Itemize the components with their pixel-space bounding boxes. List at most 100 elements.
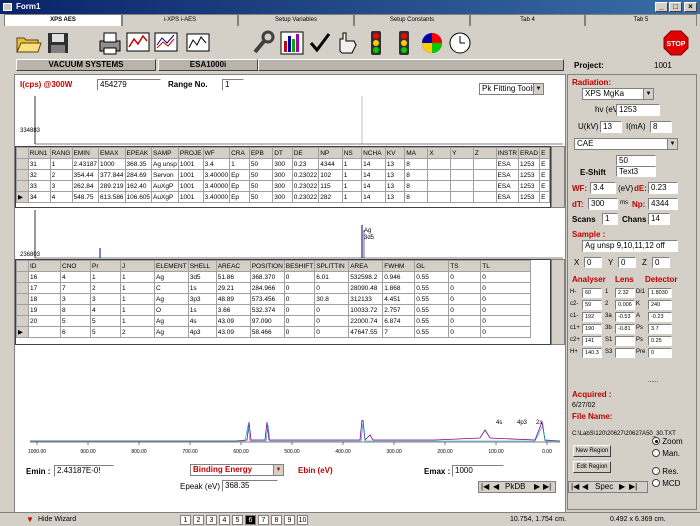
tab-setup-variables[interactable]: Setup Variables	[238, 14, 354, 26]
table-cell[interactable]: 29.21	[215, 282, 251, 294]
table-cell[interactable]: 16	[28, 271, 61, 283]
table-cell[interactable]: 0.55	[414, 293, 450, 305]
clock-icon[interactable]	[446, 29, 474, 57]
table-cell[interactable]	[427, 191, 452, 203]
last-record-icon[interactable]: ▶|	[543, 482, 551, 491]
table-cell[interactable]: 5	[60, 315, 91, 327]
table-cell[interactable]: 1001	[177, 180, 204, 192]
table-cell[interactable]: 8	[404, 158, 429, 170]
param-field[interactable]	[615, 336, 635, 346]
table-cell[interactable]: 0.55	[414, 271, 450, 283]
table-cell[interactable]: 58.466	[249, 326, 285, 338]
wrench-icon[interactable]	[250, 29, 278, 57]
edit-region-button[interactable]: Edit Region	[573, 461, 611, 473]
table-cell[interactable]: AuXgP	[151, 191, 179, 203]
table-cell[interactable]: 50	[248, 158, 274, 170]
eshift-field[interactable]: 50	[616, 155, 656, 166]
table-cell[interactable]: 0.23	[291, 158, 320, 170]
page-tab-8[interactable]: 8	[271, 515, 282, 525]
row-selector[interactable]	[16, 169, 29, 181]
table-cell[interactable]: 1	[120, 282, 155, 294]
column-header[interactable]: EPB	[248, 147, 274, 159]
column-header[interactable]: DE	[291, 147, 320, 159]
row-selector[interactable]	[16, 315, 29, 327]
table-cell[interactable]: 6.01	[314, 271, 350, 283]
table-row[interactable]: 33 3 262.84 289.219 162.40 AuXgP 1001 3.40000 Ep…	[16, 180, 550, 192]
printer-icon[interactable]	[96, 29, 124, 57]
emin-field[interactable]: 2.43187E-0!	[54, 465, 114, 477]
column-header[interactable]: MA	[404, 147, 429, 159]
table-cell[interactable]: 0.946	[382, 271, 416, 283]
traffic-light-icon[interactable]	[362, 29, 390, 57]
column-header[interactable]: TS	[448, 260, 482, 272]
np-field[interactable]: 4344	[648, 198, 678, 210]
column-header[interactable]: SPLITTIN	[314, 260, 350, 272]
radiation-dropdown[interactable]: XPS MgKa ▼	[582, 88, 654, 100]
table-cell[interactable]: 8	[404, 169, 429, 181]
param-field[interactable]: 0.25	[648, 336, 672, 346]
param-field[interactable]: -0.53	[615, 312, 635, 322]
page-tab-4[interactable]: 4	[219, 515, 230, 525]
table-cell[interactable]: Ag unsp	[151, 158, 179, 170]
table-cell[interactable]: 1	[120, 315, 155, 327]
plot-print-icon[interactable]	[124, 29, 152, 57]
table-row[interactable]: 18 3 3 1 Ag 3p3 48.89 573.456 0 30.8 312133 4.451 0.…	[16, 293, 532, 305]
row-selector[interactable]	[16, 293, 29, 305]
graph-tool-icon[interactable]	[184, 29, 212, 57]
table-cell[interactable]	[450, 191, 474, 203]
table-cell[interactable]: 1253	[518, 169, 541, 181]
sample-field[interactable]: Ag unsp 9,10,11,12 off	[582, 240, 678, 252]
table-cell[interactable]: Ep	[229, 180, 250, 192]
column-header[interactable]: ID	[28, 260, 61, 272]
y-field[interactable]: 0	[618, 257, 636, 268]
table-cell[interactable]: 10033.72	[348, 304, 384, 316]
hand-pointer-icon[interactable]	[334, 29, 362, 57]
table-cell[interactable]: 1	[120, 304, 155, 316]
minimize-button[interactable]: _	[655, 2, 668, 12]
analyser-dropdown[interactable]: CAE ▼	[574, 138, 678, 150]
table-cell[interactable]: 4.451	[382, 293, 416, 305]
column-header[interactable]: ERAD	[518, 147, 541, 159]
close-button[interactable]: ×	[684, 2, 697, 12]
scans-field[interactable]: 1	[602, 213, 618, 225]
table-cell[interactable]: 0	[480, 326, 532, 338]
first-spec-icon[interactable]: |◀	[571, 482, 579, 491]
table-cell[interactable]: 7	[382, 326, 416, 338]
table-cell[interactable]: 0	[314, 326, 350, 338]
table-cell[interactable]: 13	[384, 180, 406, 192]
table-cell[interactable]: 0	[448, 293, 482, 305]
open-folder-icon[interactable]	[14, 29, 42, 57]
table-cell[interactable]: 1001	[177, 169, 204, 181]
next-spec-icon[interactable]: ▶	[619, 482, 625, 491]
table-cell[interactable]: 2.757	[382, 304, 416, 316]
table-cell[interactable]: 262.84	[71, 180, 100, 192]
table-cell[interactable]: 548.75	[71, 191, 100, 203]
page-tab-9[interactable]: 9	[284, 515, 295, 525]
page-tab-10[interactable]: 10	[297, 515, 308, 525]
emax-field[interactable]: 1000	[452, 465, 504, 477]
column-header[interactable]: EPEAK	[124, 147, 153, 159]
row-selector[interactable]	[16, 180, 29, 192]
table-cell[interactable]: E	[539, 169, 550, 181]
table-cell[interactable]: 8	[60, 304, 91, 316]
column-header[interactable]: E	[539, 147, 550, 159]
de-field[interactable]: 0.23	[648, 182, 678, 194]
fit-tools-dropdown[interactable]: Pk Fitting Tools ▼	[479, 83, 544, 95]
table-cell[interactable]: 7	[60, 282, 91, 294]
bar-chart-icon[interactable]	[278, 29, 306, 57]
table-cell[interactable]: 0	[283, 271, 316, 283]
pkdb-navigator[interactable]: |◀ ◀ PkDB ▶ ▶|	[478, 481, 556, 493]
table-cell[interactable]: 0.23022	[291, 180, 320, 192]
row-selector[interactable]	[16, 271, 29, 283]
table-cell[interactable]: 1	[341, 180, 363, 192]
column-header[interactable]: EMIN	[71, 147, 100, 159]
column-header[interactable]: NP	[318, 147, 343, 159]
table-row[interactable]: 31 1 2.43187 1000 368.35 Ag unsp 1001 3.4 1 50 300…	[16, 158, 550, 170]
param-field[interactable]: 140.3	[582, 348, 602, 358]
runs-table[interactable]: RUN1 RANG EMIN EMAX EPEAK SAMP PROJE WF CRA EPB DT…	[15, 146, 551, 208]
table-cell[interactable]: 51.86	[215, 271, 251, 283]
table-cell[interactable]: 8	[404, 191, 429, 203]
param-field[interactable]: 2.32	[615, 288, 635, 298]
ellipsis-button[interactable]: ......	[648, 378, 658, 384]
save-disk-icon[interactable]	[44, 29, 72, 57]
